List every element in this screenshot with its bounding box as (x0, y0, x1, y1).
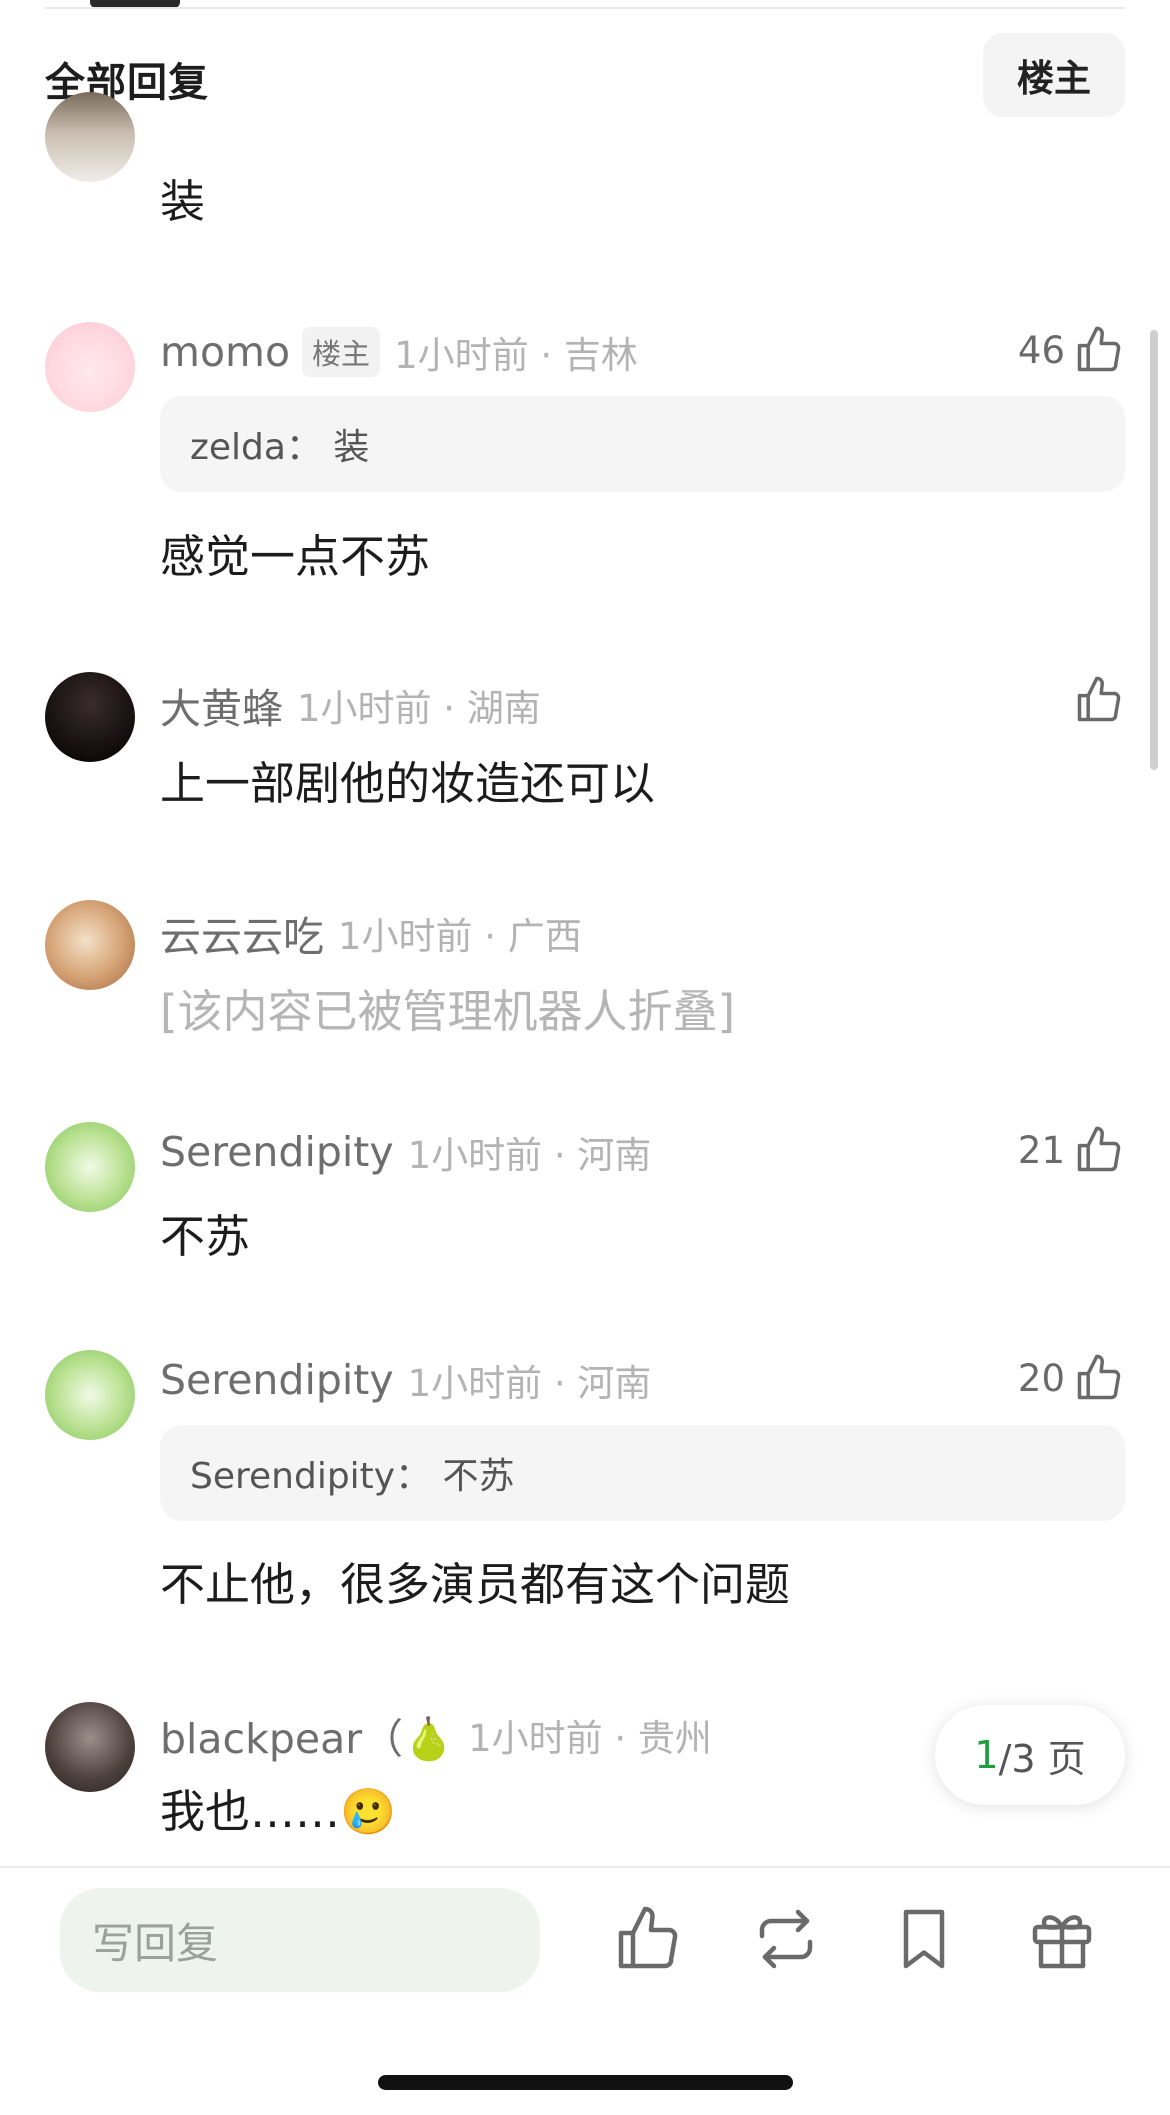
like-count: 21 (1017, 1128, 1065, 1172)
avatar[interactable] (45, 1122, 135, 1212)
avatar[interactable] (45, 900, 135, 990)
timestamp-location: 1小时前 · 广西 (338, 915, 582, 958)
bookmark-icon (903, 1909, 945, 1969)
thumbs-up-icon (1077, 326, 1121, 372)
timestamp-location: 1小时前 · 湖南 (297, 687, 541, 730)
username[interactable]: Serendipity (160, 1128, 394, 1176)
gift-icon (1032, 1915, 1092, 1969)
avatar[interactable] (45, 322, 135, 412)
like-button[interactable]: 20 (965, 1352, 1125, 1404)
comment-content: 装 (160, 175, 206, 228)
page-indicator[interactable]: 1/3 页 (935, 1705, 1125, 1805)
comment-header: blackpear（🍐 1小时前 · 贵州 (160, 1705, 712, 1765)
timestamp-location: 1小时前 · 河南 (407, 1362, 652, 1405)
like-button[interactable] (965, 674, 1125, 726)
quoted-comment[interactable]: zelda： 装 (160, 396, 1125, 492)
username[interactable]: 大黄蜂 (160, 675, 283, 735)
total-pages: /3 页 (998, 1736, 1086, 1781)
op-badge: 楼主 (302, 327, 381, 377)
repost-button[interactable] (750, 1903, 822, 1975)
home-indicator (378, 2075, 793, 2090)
comment-header: 大黄蜂 1小时前 · 湖南 (160, 675, 541, 735)
avatar[interactable] (45, 672, 135, 762)
username[interactable]: blackpear（🍐 (160, 1705, 454, 1765)
comment-header: 云云云吃 1小时前 · 广西 (160, 903, 582, 963)
thumbs-up-icon (618, 1906, 678, 1969)
quoted-comment[interactable]: Serendipity： 不苏 (160, 1425, 1125, 1521)
comment-content: 不止他，很多演员都有这个问题 (160, 1558, 791, 1611)
avatar[interactable] (45, 1350, 135, 1440)
comment-header: Serendipity 1小时前 · 河南 (160, 1353, 651, 1407)
comment-header: momo 楼主 1小时前 · 吉林 (160, 325, 638, 379)
op-filter-button[interactable]: 楼主 (983, 33, 1125, 117)
comment-content: 上一部剧他的妆造还可以 (160, 757, 656, 810)
like-count: 20 (1017, 1356, 1065, 1400)
timestamp-location: 1小时前 · 吉林 (394, 334, 638, 377)
username[interactable]: Serendipity (160, 1356, 394, 1404)
comment-header: Serendipity 1小时前 · 河南 (160, 1125, 651, 1179)
folded-content-notice[interactable]: [该内容已被管理机器人折叠] (160, 975, 735, 1040)
scrollbar[interactable] (1150, 330, 1158, 770)
timestamp-location: 1小时前 · 河南 (407, 1134, 652, 1177)
divider (0, 1866, 1170, 1868)
like-post-button[interactable] (612, 1903, 684, 1975)
divider (45, 7, 1125, 9)
current-page: 1 (974, 1733, 999, 1777)
comment-content: 我也……🥲 (160, 1785, 397, 1838)
repost-icon (759, 1909, 813, 1969)
like-button[interactable]: 21 (965, 1124, 1125, 1176)
bookmark-button[interactable] (888, 1903, 960, 1975)
thumbs-up-icon (1077, 676, 1121, 722)
timestamp-location: 1小时前 · 贵州 (468, 1717, 712, 1760)
like-button[interactable]: 46 (965, 324, 1125, 376)
username[interactable]: 云云云吃 (160, 903, 324, 963)
comment-content: 不苏 (160, 1210, 251, 1263)
username[interactable]: momo (160, 328, 290, 376)
avatar[interactable] (45, 92, 135, 182)
reply-input[interactable]: 写回复 (60, 1888, 540, 1992)
thumbs-up-icon (1077, 1126, 1121, 1172)
gift-button[interactable] (1026, 1903, 1098, 1975)
like-count: 46 (1017, 328, 1065, 372)
comment-content: 感觉一点不苏 (160, 530, 431, 583)
thumbs-up-icon (1077, 1354, 1121, 1400)
avatar[interactable] (45, 1702, 135, 1792)
